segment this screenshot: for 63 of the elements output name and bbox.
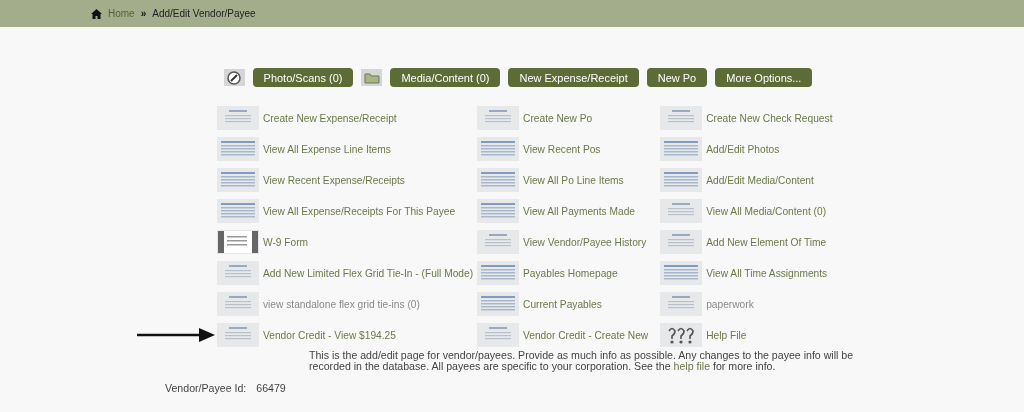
menu-link[interactable]: Create New Check Request [706,112,833,124]
page-thumbnail-icon[interactable] [217,323,259,347]
toolbar-button[interactable]: New Po [646,68,708,87]
page-thumbnail-icon[interactable] [217,292,259,316]
table-thumbnail-icon[interactable] [217,168,259,192]
toolbar-button[interactable]: Media/Content (0) [390,68,501,87]
menu-link[interactable]: View All Media/Content (0) [706,205,827,217]
table-thumbnail-icon[interactable] [477,261,520,285]
table-thumbnail-icon[interactable] [477,168,520,192]
folder-button[interactable] [361,69,383,86]
menu-link[interactable]: Create New Po [523,112,593,124]
menu-link[interactable]: Add New Element Of Time [706,236,827,248]
table-thumbnail-icon[interactable] [660,137,703,161]
page-thumbnail-icon[interactable] [477,323,520,347]
menu-link[interactable]: Help File [706,329,747,341]
toolbar-button[interactable]: More Options... [715,68,813,87]
home-icon[interactable] [91,8,102,19]
table-thumbnail-icon[interactable] [477,292,520,316]
menu-link[interactable]: Vendor Credit - View $194.25 [263,329,396,341]
page-thumbnail-icon[interactable] [217,106,259,130]
page-thumbnail-icon[interactable] [477,106,520,130]
menu-link[interactable]: W-9 Form [263,236,309,248]
help-file-link[interactable]: help file [673,360,711,372]
breadcrumb-current: Add/Edit Vendor/Payee [152,8,256,19]
menu-link[interactable]: Add New Limited Flex Grid Tie-In - (Full Mode) [263,267,474,279]
page-thumbnail-icon[interactable] [660,292,703,316]
page-thumbnail-icon[interactable] [660,230,703,254]
menu-link[interactable]: View Recent Pos [523,143,601,155]
menu-link[interactable]: View All Expense Line Items [263,143,391,155]
toolbar-button[interactable]: Photo/Scans (0) [252,68,354,87]
menu-link[interactable]: View All Time Assignments [706,267,828,279]
menu-link[interactable]: Add/Edit Media/Content [706,174,814,186]
table-thumbnail-icon[interactable] [660,261,703,285]
menu-link[interactable]: Vendor Credit - Create New [523,329,649,341]
vendor-id-value: 66479 [256,382,286,394]
table-thumbnail-icon[interactable] [477,199,520,223]
table-thumbnail-icon[interactable] [660,168,703,192]
menu-link[interactable]: Payables Homepage [523,267,618,279]
menu-link[interactable]: View All Payments Made [523,205,635,217]
question-marks-icon[interactable] [660,323,703,347]
page-thumbnail-icon[interactable] [477,230,520,254]
menu-link[interactable]: Current Payables [523,298,602,310]
edit-button[interactable] [223,69,245,86]
menu-link[interactable]: paperwork [706,298,754,310]
page-thumbnail-icon[interactable] [660,106,703,130]
menu-link[interactable]: View All Expense/Receipts For This Payee [263,205,456,217]
menu-link[interactable]: View Vendor/Payee History [523,236,647,248]
toolbar-button[interactable]: New Expense/Receipt [508,68,639,87]
vendor-id-label: Vendor/Payee Id: [165,382,247,394]
menu-link[interactable]: Create New Expense/Receipt [263,112,397,124]
form-thumbnail-icon[interactable] [217,230,259,254]
page-thumbnail-icon[interactable] [217,261,259,285]
table-thumbnail-icon[interactable] [477,137,520,161]
description-text: This is the add/edit page for vendor/payees. Provide as much info as possible. Any changes to the payee info will be recorded in the database. All payees are specific to your corporation. See the help file for more info. [309,350,855,372]
breadcrumb-separator: » [140,8,147,19]
table-thumbnail-icon[interactable] [217,137,259,161]
page-thumbnail-icon[interactable] [660,199,703,223]
table-thumbnail-icon[interactable] [217,199,259,223]
menu-link[interactable]: view standalone flex grid tie-ins (0) [263,298,420,310]
menu-link[interactable]: Add/Edit Photos [706,143,780,155]
home-link[interactable]: Home [108,8,135,19]
menu-link[interactable]: View Recent Expense/Receipts [263,174,405,186]
menu-link[interactable]: View All Po Line Items [523,174,624,186]
